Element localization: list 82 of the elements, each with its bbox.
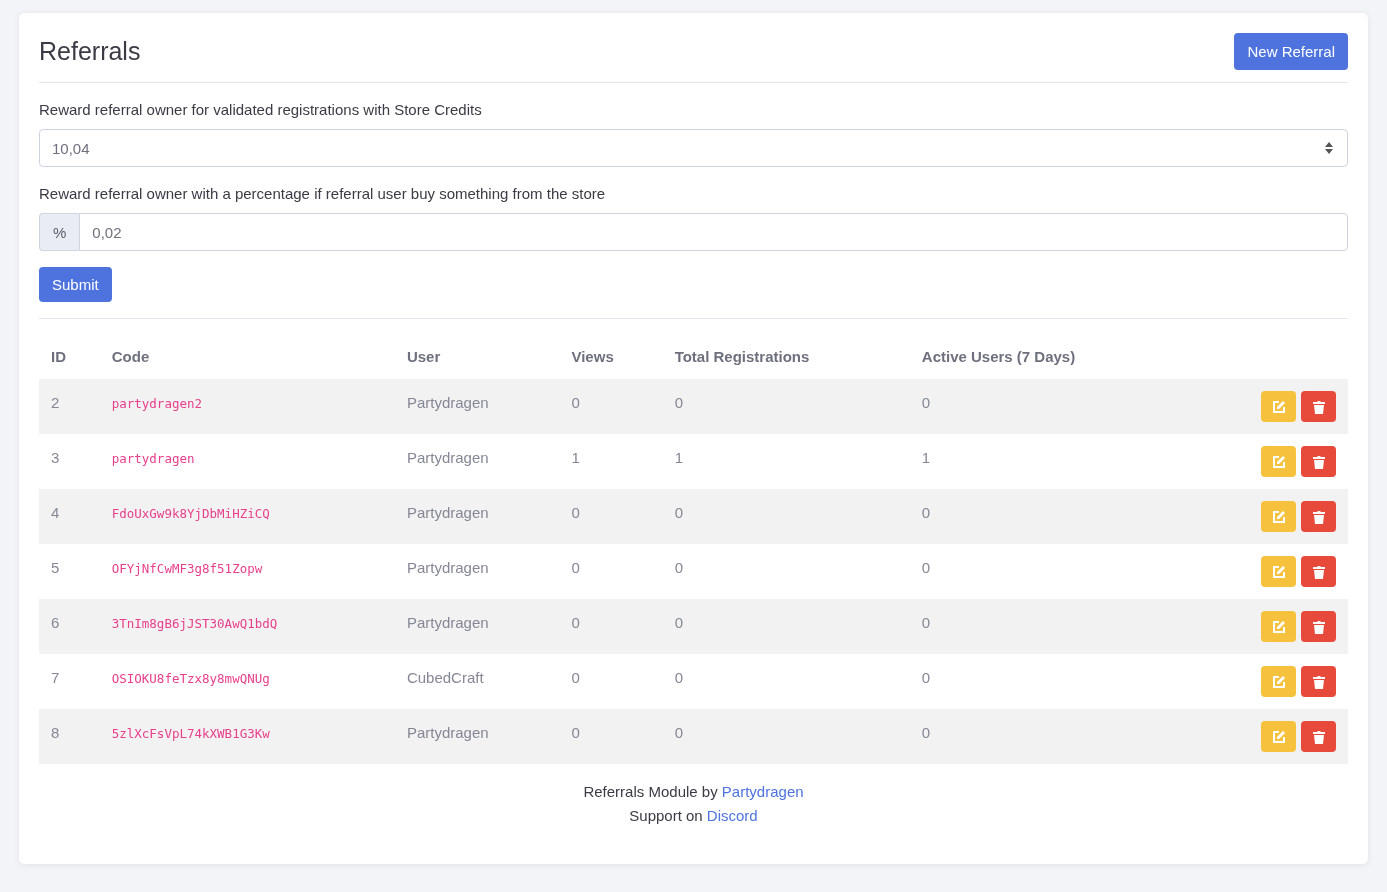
trash-icon — [1312, 399, 1325, 414]
table-cell: 1 — [559, 434, 663, 489]
referral-code: partydragen2 — [111, 396, 203, 411]
edit-icon — [1271, 674, 1286, 689]
column-header: Views — [559, 333, 663, 379]
referral-code: FdoUxGw9k8YjDbMiHZiCQ — [111, 506, 270, 521]
column-header: Active Users (7 Days) — [909, 333, 1187, 379]
table-cell: 0 — [909, 709, 1187, 764]
table-cell: Partydragen — [394, 489, 560, 544]
table-cell: 0 — [559, 489, 663, 544]
table-cell: 0 — [559, 599, 663, 654]
edit-icon — [1271, 509, 1286, 524]
table-cell: 0 — [559, 709, 663, 764]
trash-icon — [1312, 509, 1325, 524]
table-cell: 0 — [909, 379, 1187, 434]
spinner-icon[interactable] — [1324, 140, 1334, 156]
field-label: Reward referral owner for validated registrations with Store Credits — [39, 101, 483, 118]
edit-icon — [1271, 399, 1286, 414]
edit-icon — [1271, 729, 1286, 744]
table-cell: Partydragen — [394, 709, 560, 764]
input-field[interactable]: 0,02 — [79, 213, 1348, 251]
column-header: Total Registrations — [662, 333, 910, 379]
page-title: Referrals — [39, 37, 141, 66]
edit-icon — [1271, 454, 1286, 469]
table-cell: 6 — [39, 599, 100, 654]
table-cell: 4 — [39, 489, 100, 544]
table-cell: 2 — [39, 379, 100, 434]
table-cell: 1 — [662, 434, 910, 489]
table-cell: 0 — [909, 489, 1187, 544]
delete-button[interactable] — [1301, 501, 1336, 532]
table-cell: 5 — [39, 544, 100, 599]
table-cell: 0 — [662, 599, 910, 654]
table-cell: Partydragen — [394, 434, 560, 489]
footer-text: Support on — [629, 807, 703, 824]
table-cell: 3 — [39, 434, 100, 489]
column-header: ID — [39, 333, 100, 379]
trash-icon — [1312, 619, 1325, 634]
number-field[interactable]: 10,04 — [39, 129, 1348, 167]
table-cell: 1 — [909, 434, 1187, 489]
referral-code: OSIOKU8feTzx8y8mwQNUg — [111, 671, 270, 686]
table-cell: 0 — [662, 379, 910, 434]
table-cell: 7 — [39, 654, 100, 709]
table-cell: 0 — [909, 654, 1187, 709]
trash-icon — [1312, 454, 1325, 469]
table-cell: 0 — [662, 654, 910, 709]
footer-link[interactable]: Discord — [706, 807, 758, 824]
column-header: Code — [99, 333, 395, 379]
submit-button[interactable]: Submit — [39, 267, 112, 302]
delete-button[interactable] — [1301, 611, 1336, 642]
table-cell: 0 — [662, 544, 910, 599]
footer-text: Referrals Module by — [583, 783, 718, 800]
table-cell: 0 — [662, 489, 910, 544]
table-cell: 0 — [559, 379, 663, 434]
referral-code: partydragen — [111, 451, 195, 466]
trash-icon — [1312, 674, 1325, 689]
table-cell: Partydragen — [394, 379, 560, 434]
trash-icon — [1312, 729, 1325, 744]
table-cell: 0 — [559, 654, 663, 709]
delete-button[interactable] — [1301, 391, 1336, 422]
table-cell: Partydragen — [394, 544, 560, 599]
delete-button[interactable] — [1301, 666, 1336, 697]
delete-button[interactable] — [1301, 556, 1336, 587]
referral-code: 3TnIm8gB6jJST30AwQ1bdQ — [111, 616, 278, 631]
footer-link[interactable]: Partydragen — [721, 783, 804, 800]
table-cell: 0 — [559, 544, 663, 599]
table-cell: 0 — [909, 599, 1187, 654]
table-cell: 0 — [909, 544, 1187, 599]
trash-icon — [1312, 564, 1325, 579]
table-cell: Partydragen — [394, 599, 560, 654]
new-referral-button[interactable]: New Referral — [1234, 33, 1348, 70]
field-label: Reward referral owner with a percentage if referral user buy something from the store — [39, 185, 607, 202]
table-cell: 0 — [662, 709, 910, 764]
column-header: User — [394, 333, 560, 379]
delete-button[interactable] — [1301, 721, 1336, 752]
referral-code: 5zlXcFsVpL74kXWB1G3Kw — [111, 726, 270, 741]
delete-button[interactable] — [1301, 446, 1336, 477]
referral-code: OFYjNfCwMF3g8f51Zopw — [111, 561, 263, 576]
edit-icon — [1271, 564, 1286, 579]
edit-icon — [1271, 619, 1286, 634]
table-cell: 8 — [39, 709, 100, 764]
table-cell: CubedCraft — [394, 654, 560, 709]
percent-prefix: % — [39, 213, 80, 251]
